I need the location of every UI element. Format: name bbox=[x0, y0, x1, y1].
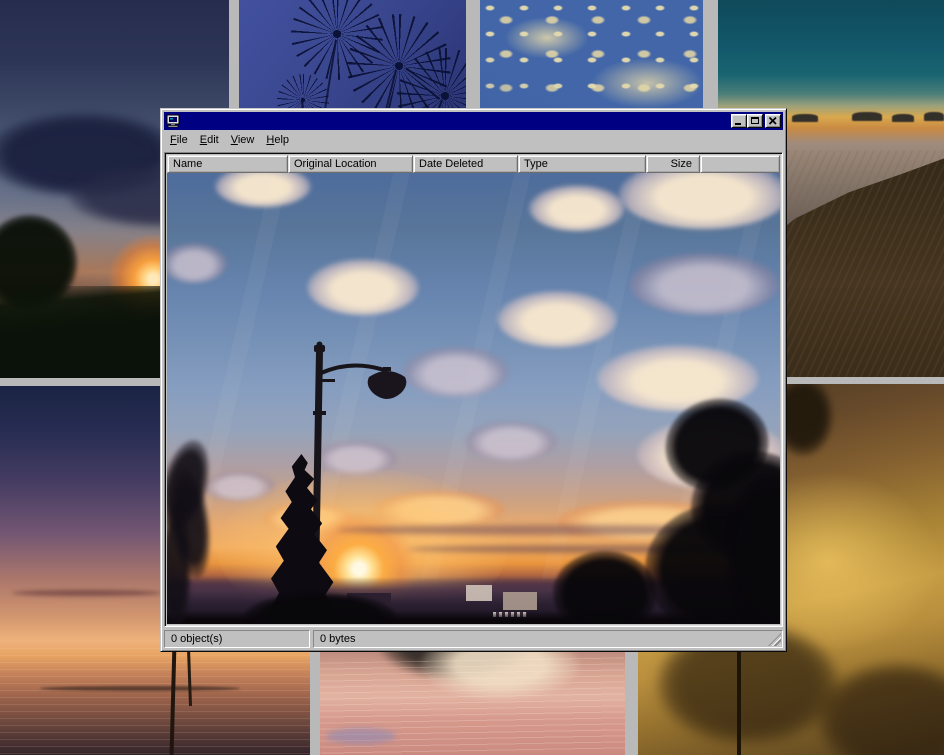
menu-edit[interactable]: Edit bbox=[194, 132, 225, 149]
status-bytes-text: 0 bytes bbox=[320, 633, 355, 645]
title-bar[interactable] bbox=[164, 112, 783, 130]
cloud bbox=[529, 185, 625, 231]
cloud bbox=[629, 253, 779, 315]
cloud bbox=[307, 259, 419, 315]
column-header-original-location[interactable]: Original Location bbox=[288, 155, 413, 173]
listview-client-area[interactable] bbox=[167, 173, 780, 624]
horizon-cloud-streak bbox=[12, 590, 162, 596]
maximize-button[interactable] bbox=[747, 114, 763, 128]
close-icon bbox=[769, 117, 777, 125]
close-button[interactable] bbox=[765, 114, 781, 128]
list-view: Name Original Location Date Deleted Type… bbox=[164, 152, 783, 627]
building bbox=[503, 592, 537, 610]
island-silhouette bbox=[924, 112, 944, 121]
column-header-name[interactable]: Name bbox=[167, 155, 288, 173]
menu-bar: File Edit View Help bbox=[164, 131, 783, 150]
column-header-type[interactable]: Type bbox=[518, 155, 646, 173]
desktop: { "window": { "title": "", "titlebar_ico… bbox=[0, 0, 944, 755]
minimize-icon bbox=[735, 123, 741, 125]
menu-view[interactable]: View bbox=[225, 132, 261, 149]
status-bar: 0 object(s) 0 bytes bbox=[164, 630, 783, 648]
recycle-bin-window: File Edit View Help Name Original Locati… bbox=[160, 108, 787, 652]
sandbar bbox=[40, 686, 240, 691]
column-header-filler[interactable] bbox=[700, 155, 780, 173]
menu-help[interactable]: Help bbox=[260, 132, 295, 149]
blue-reflection bbox=[326, 728, 396, 744]
column-header-row: Name Original Location Date Deleted Type… bbox=[167, 155, 780, 173]
menu-file[interactable]: File bbox=[164, 132, 194, 149]
cloud bbox=[465, 421, 557, 461]
cloud bbox=[497, 291, 617, 347]
column-header-size[interactable]: Size bbox=[646, 155, 700, 173]
computer-icon[interactable] bbox=[166, 114, 180, 128]
island-silhouette bbox=[892, 114, 914, 122]
water-shimmer bbox=[0, 648, 310, 755]
resize-grip[interactable] bbox=[768, 633, 781, 646]
column-header-date-deleted[interactable]: Date Deleted bbox=[413, 155, 518, 173]
status-objects: 0 object(s) bbox=[164, 630, 310, 648]
island-silhouette bbox=[792, 114, 818, 122]
street-lamp bbox=[307, 341, 437, 566]
maximize-icon bbox=[751, 117, 759, 124]
minimize-button[interactable] bbox=[731, 114, 747, 128]
island-silhouette bbox=[852, 112, 882, 121]
building bbox=[466, 585, 492, 601]
status-bytes: 0 bytes bbox=[313, 630, 783, 648]
